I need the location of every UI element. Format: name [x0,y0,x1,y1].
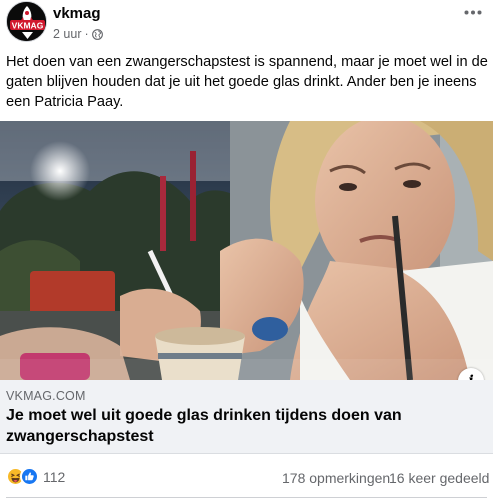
post-timestamp[interactable]: 2 uur [53,27,82,41]
link-title[interactable]: Je moet wel uit goede glas drinken tijde… [6,405,486,447]
post-header: VKMAG vkmag 2 uur · [0,0,493,48]
divider [6,497,487,498]
page-avatar[interactable]: VKMAG [6,1,47,42]
comments-count-link[interactable]: 178 opmerkingen [282,470,390,486]
more-horizontal-icon [464,10,482,14]
globe-icon [91,28,103,40]
reaction-count: 112 [43,468,66,485]
link-preview-image[interactable]: i [0,121,493,380]
shares-count-link[interactable]: 16 keer gedeeld [389,470,489,486]
meta-separator: · [84,27,89,41]
link-preview-caption[interactable]: VKMAG.COM Je moet wel uit goede glas dri… [0,380,493,454]
page-name-link[interactable]: vkmag [53,5,101,22]
reactions-summary[interactable]: 112 [6,467,65,486]
engagement-bar: 112 178 opmerkingen 16 keer gedeeld [0,462,493,492]
avatar-logo-text: VKMAG [12,21,44,31]
vkmag-logo: VKMAG [7,2,46,41]
link-domain: VKMAG.COM [6,389,86,403]
preview-photo [0,121,493,380]
post-text: Het doen van een zwangerschapstest is sp… [6,54,488,110]
like-icon [20,467,39,486]
more-options-button[interactable] [461,2,485,22]
post-meta: 2 uur · [53,27,103,41]
